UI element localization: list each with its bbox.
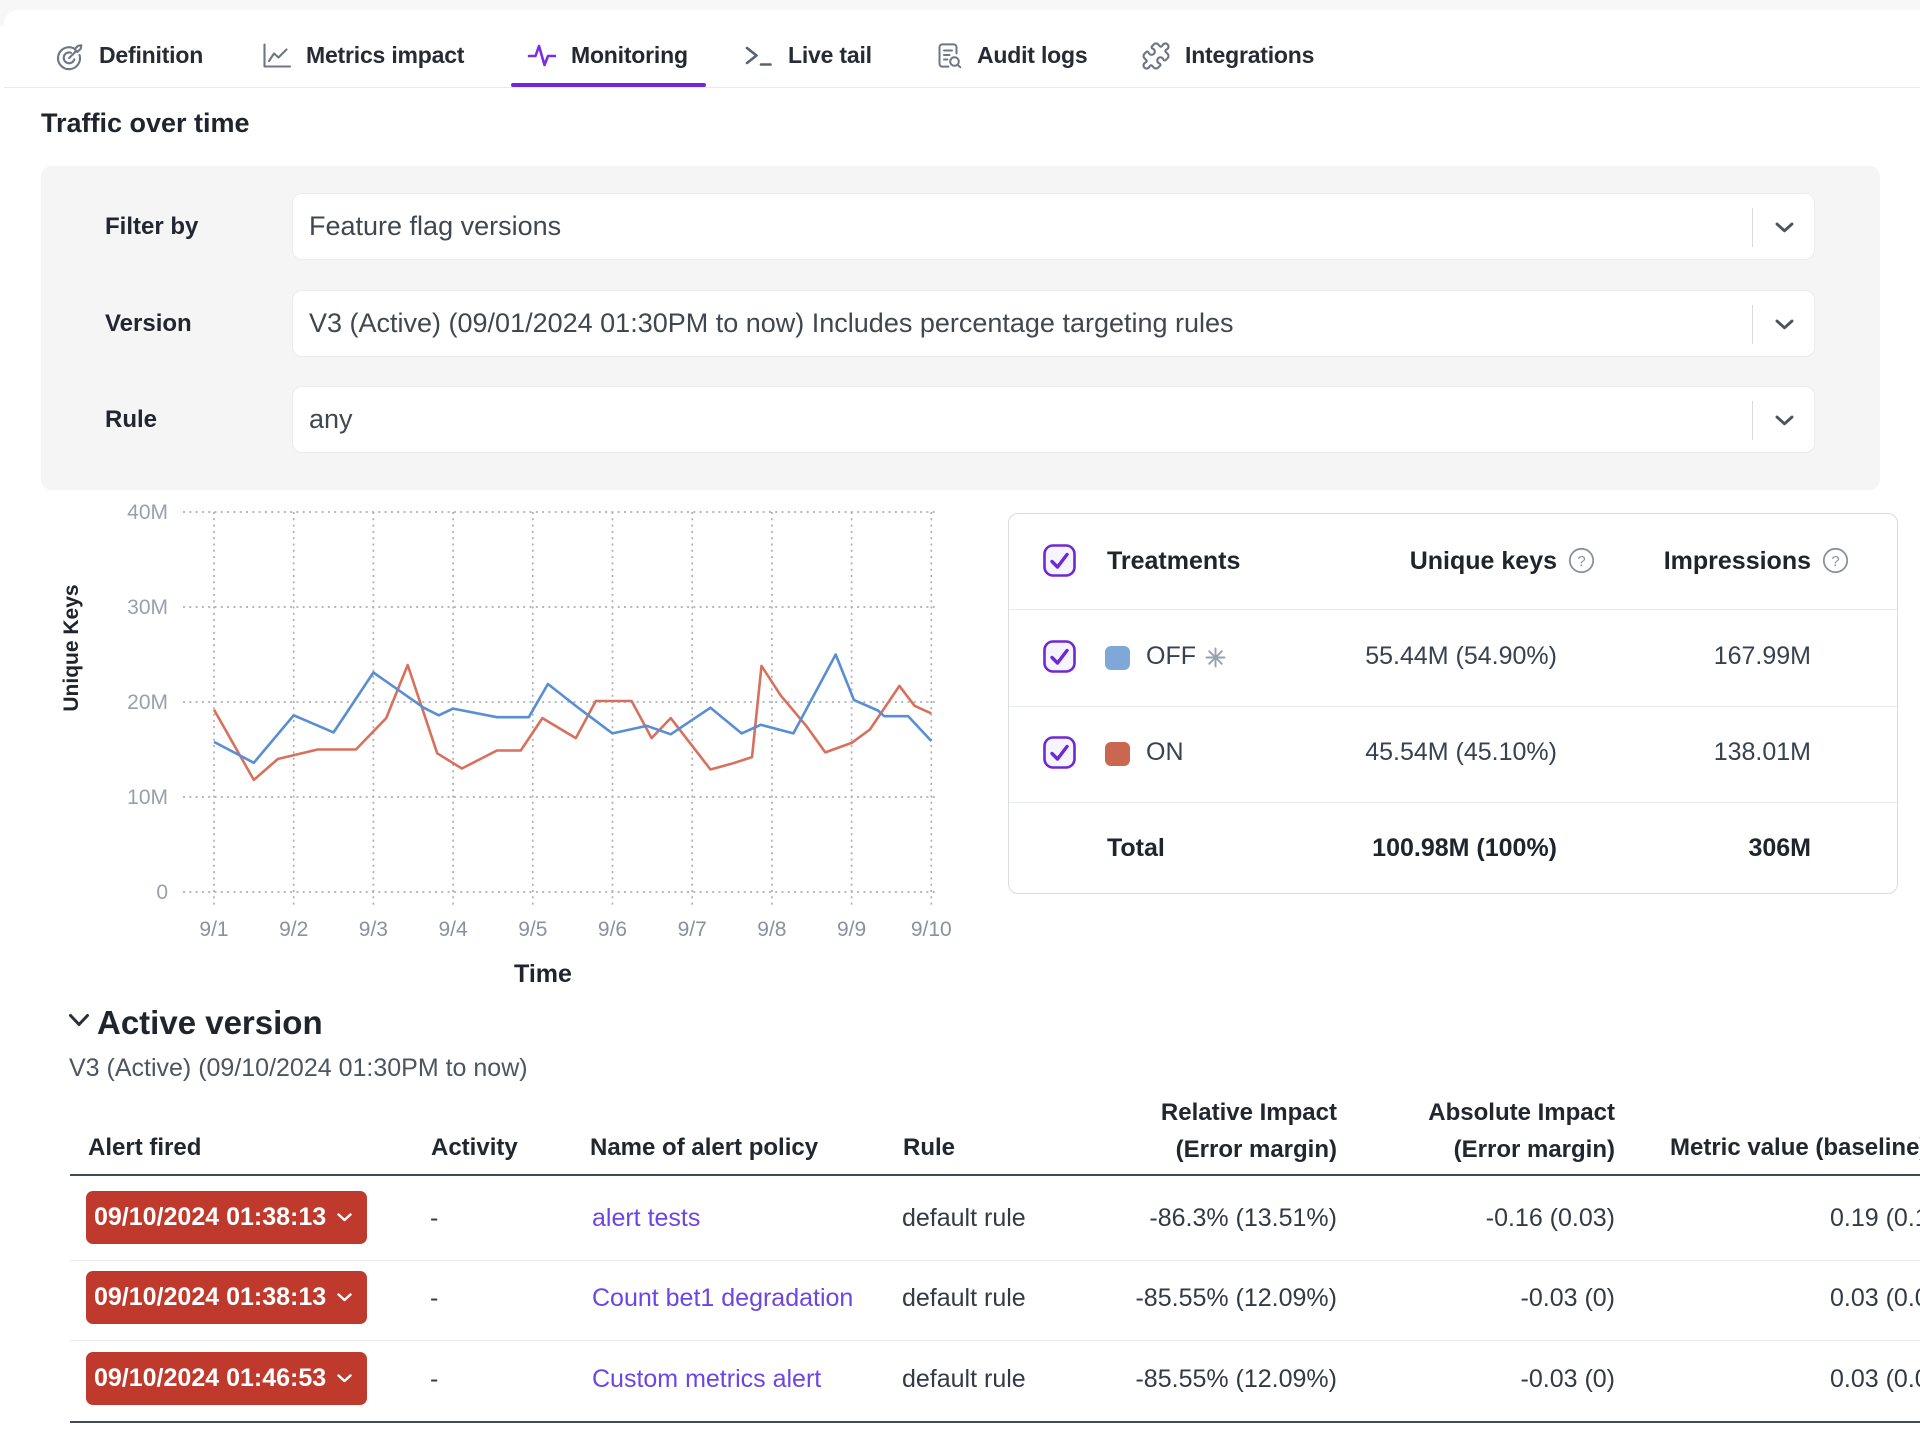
svg-text:9/10: 9/10 [911, 918, 952, 941]
svg-text:9/9: 9/9 [837, 918, 866, 941]
svg-text:9/8: 9/8 [757, 918, 786, 941]
svg-text:0: 0 [156, 881, 168, 904]
svg-text:9/3: 9/3 [359, 918, 388, 941]
svg-text:Unique Keys: Unique Keys [60, 584, 83, 711]
svg-text:9/7: 9/7 [678, 918, 707, 941]
svg-text:Time: Time [514, 960, 572, 988]
svg-text:40M: 40M [127, 501, 168, 524]
svg-text:20M: 20M [127, 691, 168, 714]
svg-text:10M: 10M [127, 786, 168, 809]
svg-text:30M: 30M [127, 596, 168, 619]
svg-text:9/1: 9/1 [199, 918, 228, 941]
svg-text:?: ? [1831, 553, 1839, 570]
svg-text:9/6: 9/6 [598, 918, 627, 941]
svg-text:9/2: 9/2 [279, 918, 308, 941]
svg-text:9/4: 9/4 [438, 918, 468, 941]
svg-text:9/5: 9/5 [518, 918, 547, 941]
